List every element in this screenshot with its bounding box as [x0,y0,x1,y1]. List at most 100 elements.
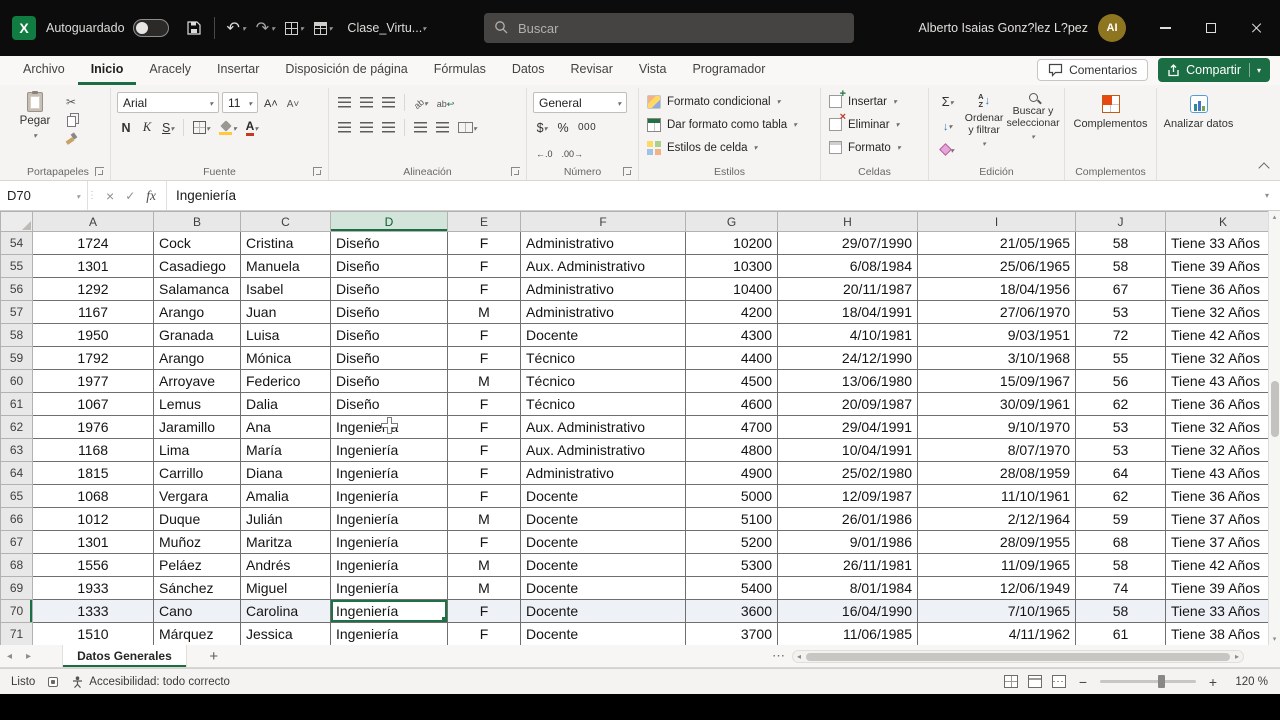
cell-A68[interactable]: 1556 [32,553,154,577]
tab-programador[interactable]: Programador [679,57,778,85]
cell-H57[interactable]: 18/04/1991 [777,300,918,324]
cell-C70[interactable]: Carolina [240,599,331,623]
cell-G68[interactable]: 5300 [685,553,778,577]
cell-C56[interactable]: Isabel [240,277,331,301]
macro-record-icon[interactable] [48,676,59,687]
cell-C63[interactable]: María [240,438,331,462]
fill-down-icon[interactable] [935,115,960,136]
page-layout-view-icon[interactable] [1028,675,1042,688]
row-header-60[interactable]: 60 [0,369,33,393]
cell-G71[interactable]: 3700 [685,622,778,645]
row-header-54[interactable]: 54 [0,231,33,255]
cell-F56[interactable]: Administrativo [520,277,686,301]
cell-B61[interactable]: Lemus [153,392,241,416]
cell-I67[interactable]: 28/09/1955 [917,530,1076,554]
cell-D60[interactable]: Diseño [330,369,448,393]
cell-G62[interactable]: 4700 [685,415,778,439]
cell-K63[interactable]: Tiene 32 Años [1165,438,1280,462]
cell-J69[interactable]: 74 [1075,576,1166,600]
cell-C54[interactable]: Cristina [240,231,331,255]
sheet-more-icon[interactable] [772,648,785,664]
cell-G54[interactable]: 10200 [685,231,778,255]
fill-color-icon[interactable] [216,117,240,138]
normal-view-icon[interactable] [1004,675,1018,688]
cell-H62[interactable]: 29/04/1991 [777,415,918,439]
cell-F62[interactable]: Aux. Administrativo [520,415,686,439]
cell-F60[interactable]: Técnico [520,369,686,393]
cell-C57[interactable]: Juan [240,300,331,324]
cell-J55[interactable]: 58 [1075,254,1166,278]
increase-decimal-icon[interactable] [533,142,556,163]
cell-J63[interactable]: 53 [1075,438,1166,462]
cell-C67[interactable]: Maritza [240,530,331,554]
decrease-indent-icon[interactable] [411,117,430,138]
share-dropdown-icon[interactable] [1248,63,1261,77]
avatar[interactable]: AI [1098,14,1126,42]
tab-vista[interactable]: Vista [626,57,680,85]
font-color-icon[interactable] [243,117,261,138]
cell-B70[interactable]: Cano [153,599,241,623]
cell-A58[interactable]: 1950 [32,323,154,347]
cell-D54[interactable]: Diseño [330,231,448,255]
scroll-right-icon[interactable] [1231,652,1243,661]
number-format-select[interactable]: General [533,92,627,113]
currency-format-icon[interactable]: $ [533,117,551,138]
row-header-68[interactable]: 68 [0,553,33,577]
cell-F63[interactable]: Aux. Administrativo [520,438,686,462]
cell-I68[interactable]: 11/09/1965 [917,553,1076,577]
cell-B63[interactable]: Lima [153,438,241,462]
portapapeles-dialog-launcher-icon[interactable] [95,167,104,176]
cell-A55[interactable]: 1301 [32,254,154,278]
cell-F70[interactable]: Docente [520,599,686,623]
cell-D66[interactable]: Ingeniería [330,507,448,531]
decrease-decimal-icon[interactable] [559,142,587,163]
addins-button[interactable]: Complementos [1071,88,1150,131]
tab-formulas[interactable]: Fórmulas [421,57,499,85]
cell-E58[interactable]: F [447,323,521,347]
fuente-dialog-launcher-icon[interactable] [313,167,322,176]
cell-I58[interactable]: 9/03/1951 [917,323,1076,347]
clear-icon[interactable] [935,139,960,160]
cell-D61[interactable]: Diseño [330,392,448,416]
cell-F54[interactable]: Administrativo [520,231,686,255]
scroll-up-icon[interactable] [1269,211,1280,223]
cell-E66[interactable]: M [447,507,521,531]
cell-J61[interactable]: 62 [1075,392,1166,416]
formula-bar-expand-icon[interactable] [1254,181,1280,210]
select-all-corner[interactable] [0,211,33,232]
cell-H70[interactable]: 16/04/1990 [777,599,918,623]
cell-H66[interactable]: 26/01/1986 [777,507,918,531]
row-header-58[interactable]: 58 [0,323,33,347]
cell-F57[interactable]: Administrativo [520,300,686,324]
cell-G61[interactable]: 4600 [685,392,778,416]
cell-J57[interactable]: 53 [1075,300,1166,324]
conditional-formatting-button[interactable]: Formato condicional [645,91,814,112]
cell-B68[interactable]: Peláez [153,553,241,577]
merge-center-icon[interactable] [455,117,480,138]
cell-I69[interactable]: 12/06/1949 [917,576,1076,600]
cell-G57[interactable]: 4200 [685,300,778,324]
numero-dialog-launcher-icon[interactable] [623,167,632,176]
sort-filter-button[interactable]: ↓ Ordenar y filtrar [963,91,1005,160]
share-button[interactable]: Compartir [1158,58,1270,82]
cut-icon[interactable]: ✂ [66,95,78,109]
cell-F68[interactable]: Docente [520,553,686,577]
row-header-71[interactable]: 71 [0,622,33,645]
name-box[interactable]: D70 [0,181,88,210]
cell-K60[interactable]: Tiene 43 Años [1165,369,1280,393]
cell-E62[interactable]: F [447,415,521,439]
row-header-70[interactable]: 70 [0,599,33,623]
cell-K57[interactable]: Tiene 32 Años [1165,300,1280,324]
minimize-button[interactable] [1142,0,1188,56]
cell-I54[interactable]: 21/05/1965 [917,231,1076,255]
formula-input[interactable]: Ingeniería [167,181,1254,210]
format-painter-icon[interactable] [66,131,78,144]
cell-K67[interactable]: Tiene 37 Años [1165,530,1280,554]
cell-K56[interactable]: Tiene 36 Años [1165,277,1280,301]
new-sheet-button[interactable]: + [204,648,224,665]
cell-E60[interactable]: M [447,369,521,393]
row-header-62[interactable]: 62 [0,415,33,439]
cell-F59[interactable]: Técnico [520,346,686,370]
cell-D57[interactable]: Diseño [330,300,448,324]
cell-C68[interactable]: Andrés [240,553,331,577]
